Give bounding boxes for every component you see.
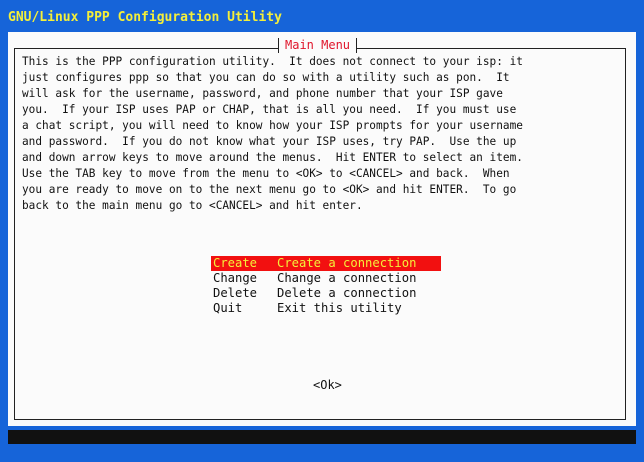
menu-item-description: Delete a connection xyxy=(277,286,417,300)
ok-button[interactable]: <Ok> xyxy=(313,378,342,392)
menu-item-description: Exit this utility xyxy=(277,301,402,315)
main-menu-list: Create Create a connection Change Change a… xyxy=(211,256,441,316)
dialog-title: Main Menu xyxy=(278,38,358,53)
menu-item-quit[interactable]: Quit Exit this utility xyxy=(211,301,441,316)
menu-item-key: Quit xyxy=(213,301,243,315)
menu-item-change[interactable]: Change Change a connection xyxy=(211,271,441,286)
menu-item-description: Create a connection xyxy=(277,256,417,270)
description-line: a chat script, you will need to know how… xyxy=(22,119,523,132)
main-menu-dialog: Main Menu This is the PPP configuration … xyxy=(8,32,636,426)
dialog-description: This is the PPP configuration utility. I… xyxy=(22,54,622,214)
description-line: just configures ppp so that you can do s… xyxy=(22,71,510,84)
description-line: you. If your ISP uses PAP or CHAP, that … xyxy=(22,103,517,116)
description-line: Use the TAB key to move from the menu to… xyxy=(22,167,510,180)
description-line: back to the main menu go to <CANCEL> and… xyxy=(22,199,363,212)
menu-item-create[interactable]: Create Create a connection xyxy=(211,256,441,271)
menu-item-description: Change a connection xyxy=(277,271,417,285)
menu-item-key: Create xyxy=(213,256,258,270)
description-line: This is the PPP configuration utility. I… xyxy=(22,55,523,68)
menu-item-key: Change xyxy=(213,271,258,285)
description-line: and down arrow keys to move around the m… xyxy=(22,151,523,164)
menu-item-key: Delete xyxy=(213,286,258,300)
description-line: and password. If you do not know what yo… xyxy=(22,135,517,148)
dialog-shadow-bar xyxy=(8,430,636,444)
menu-item-delete[interactable]: Delete Delete a connection xyxy=(211,286,441,301)
description-line: you are ready to move on to the next men… xyxy=(22,183,517,196)
window-title: GNU/Linux PPP Configuration Utility xyxy=(8,10,282,25)
description-line: will ask for the username, password, and… xyxy=(22,87,503,100)
